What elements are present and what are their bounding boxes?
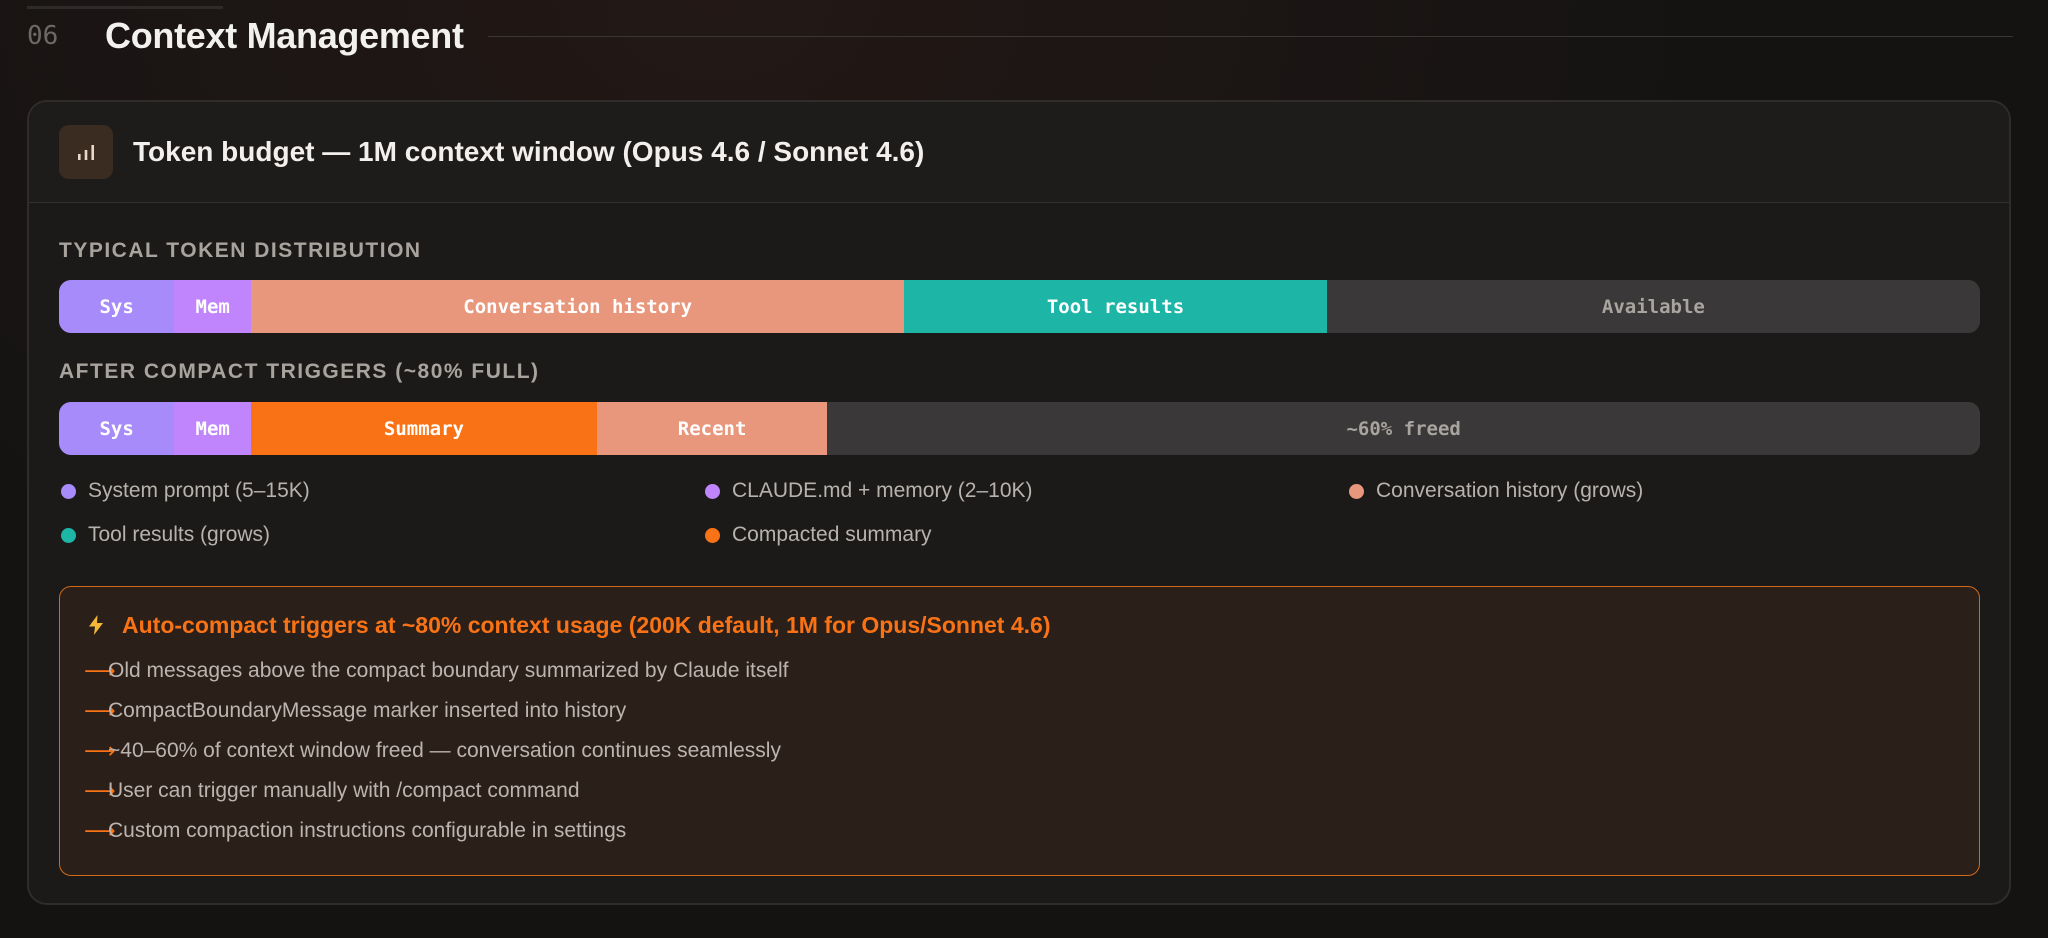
callout-list: ⟶ Old messages above the compact boundary… [84, 651, 1979, 851]
callout-list-item: ⟶ Custom compaction instructions configur… [84, 811, 1979, 851]
callout-list-item: ⟶ User can trigger manually with /compact… [84, 771, 1979, 811]
typical-segment-sys: Sys [59, 280, 175, 333]
legend-dot-icon [1349, 483, 1364, 499]
callout-item-text: Custom compaction instructions configura… [108, 819, 627, 842]
typical-distribution-bar: Sys Mem Conversation history Tool results Av… [59, 280, 1980, 333]
legend-label: CLAUDE.md + memory (2–10K) [732, 479, 1033, 502]
after-segment-sys: Sys [59, 402, 175, 455]
arrow-right-icon: ⟶ [84, 738, 116, 763]
legend-label: Conversation history (grows) [1376, 479, 1644, 502]
legend-label: Compacted summary [732, 523, 932, 546]
callout-list-item: ⟶ CompactBoundaryMessage marker inserted … [84, 691, 1979, 731]
after-compact-bar: Sys Mem Summary Recent ~60% freed [59, 402, 1980, 455]
lightning-icon [89, 615, 103, 635]
legend-dot-icon [705, 527, 720, 543]
section-number: 06 [27, 21, 59, 51]
card-title: Token budget — 1M context window (Opus 4… [133, 136, 925, 167]
typical-segment-mem: Mem [174, 280, 252, 333]
callout-list-item: ⟶ ~40–60% of context window freed — conve… [84, 731, 1979, 771]
callout-item-text: ~40–60% of context window freed — conver… [108, 739, 781, 762]
callout-title: Auto-compact triggers at ~80% context us… [122, 611, 1051, 638]
after-segment-60-freed: ~60% freed [827, 402, 1980, 455]
after-segment-summary: Summary [251, 402, 597, 455]
auto-compact-callout: Auto-compact triggers at ~80% context us… [59, 586, 1980, 876]
callout-item-text: CompactBoundaryMessage marker inserted i… [108, 699, 627, 722]
callout-item-text: Old messages above the compact boundary … [108, 659, 789, 682]
arrow-right-icon: ⟶ [84, 698, 116, 723]
arrow-right-icon: ⟶ [84, 818, 116, 843]
legend-item: Compacted summary [705, 523, 1349, 547]
callout-title-row: Auto-compact triggers at ~80% context us… [84, 609, 1979, 641]
arrow-right-icon: ⟶ [84, 658, 116, 683]
legend-dot-icon [61, 483, 76, 499]
legend-dot-icon [61, 527, 76, 543]
after-segment-mem: Mem [174, 402, 252, 455]
legend-label: Tool results (grows) [88, 523, 271, 546]
callout-list-item: ⟶ Old messages above the compact boundary… [84, 651, 1979, 691]
bar-chart-icon [59, 125, 113, 179]
section-divider [487, 35, 2013, 37]
arrow-right-icon: ⟶ [84, 778, 116, 803]
after-compact-label: After compact triggers (~80% full) [59, 360, 540, 383]
token-budget-card: Token budget — 1M context window (Opus 4… [27, 100, 2011, 905]
legend-item: Tool results (grows) [61, 523, 705, 547]
card-header: Token budget — 1M context window (Opus 4… [29, 102, 2009, 203]
section-header: 06 Context Management [27, 14, 2013, 58]
top-accent-line [27, 6, 223, 9]
typical-distribution-label: Typical token distribution [59, 239, 422, 262]
legend-label: System prompt (5–15K) [88, 479, 310, 502]
legend-item: Conversation history (grows) [1349, 479, 1982, 503]
callout-item-text: User can trigger manually with /compact … [108, 779, 580, 802]
typical-segment-conversation-history: Conversation history [251, 280, 905, 333]
typical-segment-tool-results: Tool results [904, 280, 1327, 333]
legend-dot-icon [705, 483, 720, 499]
section-title: Context Management [105, 15, 464, 56]
legend-item: System prompt (5–15K) [61, 479, 705, 503]
after-segment-recent: Recent [596, 402, 828, 455]
typical-segment-available: Available [1326, 280, 1980, 333]
legend-item: CLAUDE.md + memory (2–10K) [705, 479, 1349, 503]
legend: System prompt (5–15K) CLAUDE.md + memory … [61, 479, 1982, 547]
